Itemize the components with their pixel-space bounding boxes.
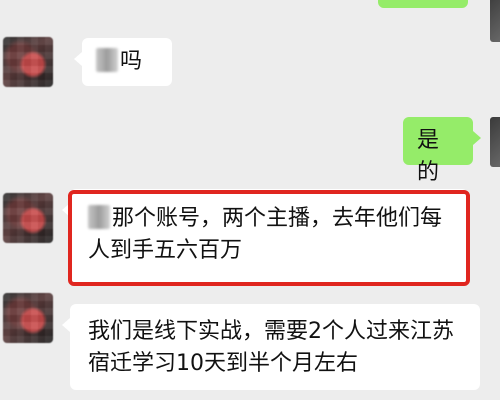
self-avatar-partial[interactable] — [490, 0, 500, 42]
contact-avatar[interactable] — [3, 37, 53, 87]
redacted-text — [88, 205, 110, 229]
redacted-text — [96, 48, 118, 72]
message-bubble-incoming[interactable]: 吗 — [74, 38, 172, 86]
message-text: 我们是线下实战，需要2个人过来江苏宿迁学习10天到半个月左右 — [88, 319, 454, 376]
contact-avatar[interactable] — [3, 293, 53, 343]
self-avatar-partial[interactable] — [490, 117, 500, 167]
chat-area: 吗 是的 那个账号，两个主播，去年他们每人到手五六百万 我们是线下实战，需要2个… — [0, 0, 500, 400]
message-text: 是的 — [417, 128, 440, 185]
message-text: 那个账号，两个主播，去年他们每人到手五六百万 — [88, 206, 443, 263]
message-text: 吗 — [120, 49, 143, 74]
contact-avatar[interactable] — [3, 193, 53, 243]
message-bubble-incoming[interactable]: 那个账号，两个主播，去年他们每人到手五六百万 — [62, 189, 468, 285]
partial-outgoing-bubble[interactable] — [378, 0, 468, 8]
message-bubble-outgoing[interactable]: 是的 — [403, 117, 481, 185]
message-bubble-incoming[interactable]: 我们是线下实战，需要2个人过来江苏宿迁学习10天到半个月左右 — [62, 304, 480, 390]
